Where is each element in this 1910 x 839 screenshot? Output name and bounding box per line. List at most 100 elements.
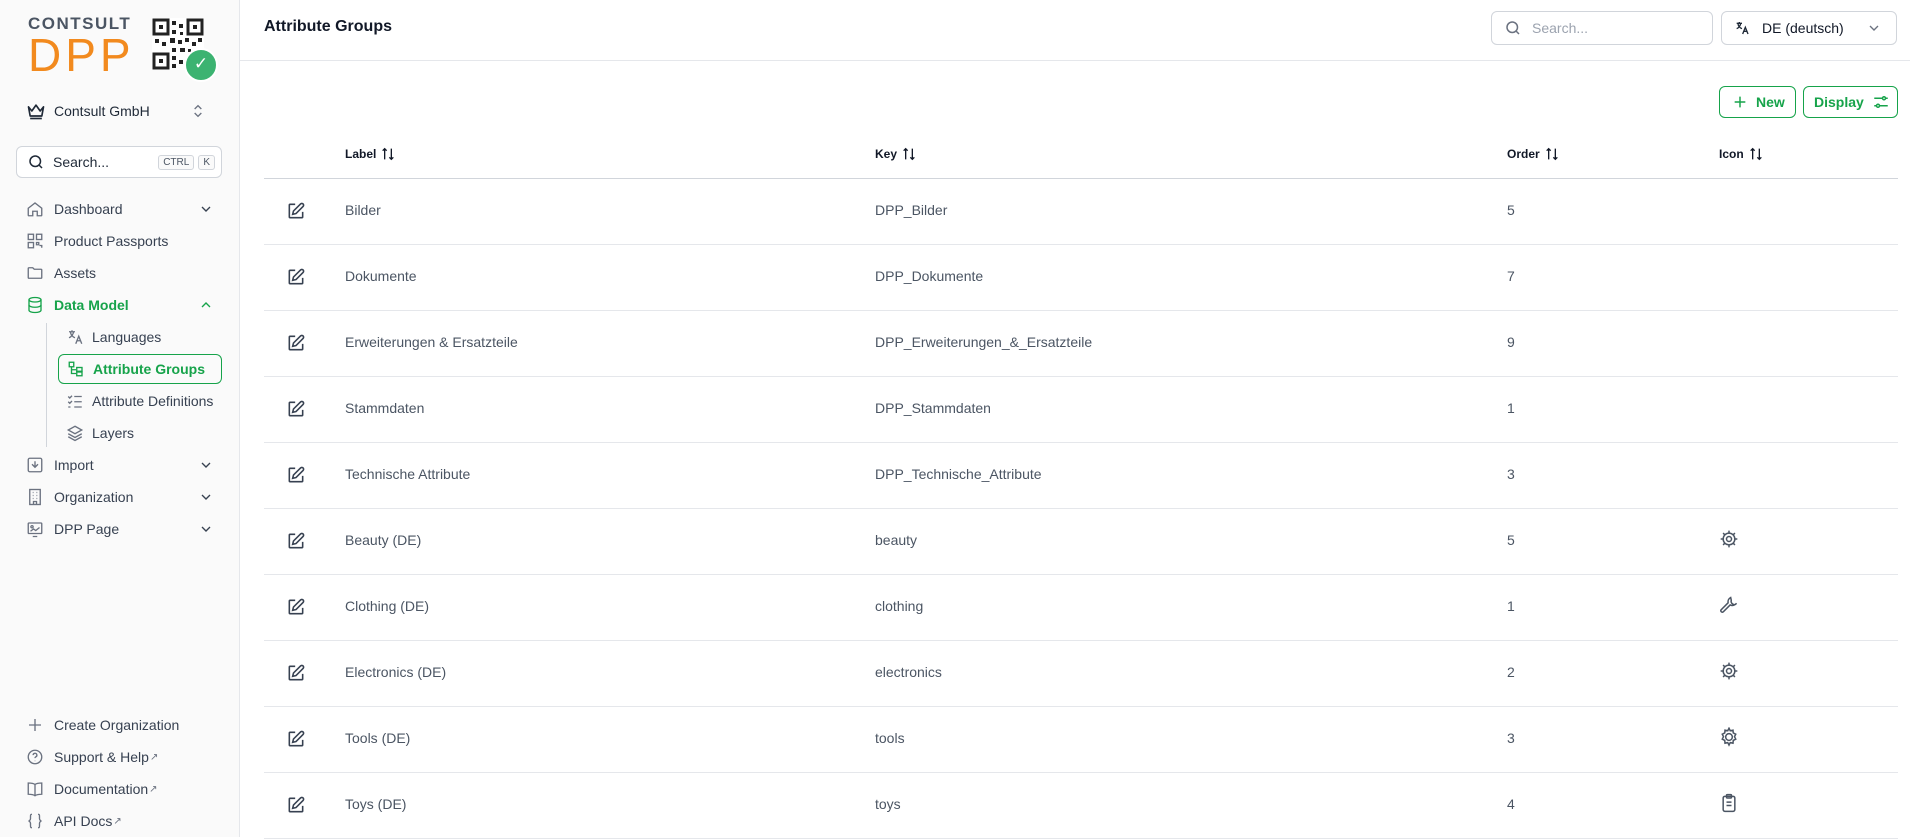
edit-icon[interactable] (286, 795, 306, 815)
table-row: Bilder DPP_Bilder 5 (264, 179, 1898, 245)
cell-key: tools (875, 730, 905, 746)
external-link-icon: ↗ (149, 751, 159, 763)
sidebar-bottom-nav: Create Organization Support & Help ↗ Docu… (16, 709, 222, 837)
cell-key: DPP_Technische_Attribute (875, 466, 1042, 482)
sidebar-item-label: Product Passports (54, 233, 169, 249)
create-organization-link[interactable]: Create Organization (16, 709, 222, 741)
edit-icon[interactable] (286, 597, 306, 617)
cell-key: beauty (875, 532, 918, 548)
cell-label: Bilder (345, 202, 381, 218)
support-help-link[interactable]: Support & Help ↗ (16, 741, 222, 773)
sidebar-item-import[interactable]: Import (16, 449, 222, 481)
sidebar-item-product-passports[interactable]: Product Passports (16, 225, 222, 257)
global-search[interactable] (1491, 11, 1713, 45)
table-row: Clothing (DE) clothing 1 (264, 575, 1898, 641)
table-row: Electronics (DE) electronics 2 (264, 641, 1898, 707)
edit-icon[interactable] (286, 663, 306, 683)
sidebar-item-languages[interactable]: Languages (58, 321, 222, 353)
column-header-text: Label (345, 147, 377, 161)
cell-order: 9 (1507, 334, 1515, 350)
edit-icon[interactable] (286, 531, 306, 551)
new-button[interactable]: New (1719, 86, 1796, 118)
cell-order: 1 (1507, 400, 1515, 416)
groups-icon (68, 361, 83, 377)
chevron-down-icon (201, 206, 211, 212)
sidebar-item-label: Assets (54, 265, 97, 281)
chevron-down-icon (201, 462, 211, 468)
bottom-item-label: API Docs (54, 813, 113, 829)
organization-name: Contsult GmbH (54, 103, 150, 119)
new-button-label: New (1756, 94, 1785, 110)
contsult-dpp-logo[interactable]: CONTSULT DPP ✓ (28, 14, 218, 82)
gear-icon (1719, 661, 1739, 681)
table-body: Bilder DPP_Bilder 5 Dokumente DPP_Dokumente 7… (264, 179, 1898, 839)
language-select[interactable]: DE (deutsch) (1721, 11, 1897, 45)
documentation-link[interactable]: Documentation ↗ (16, 773, 222, 805)
list-check-icon (67, 395, 82, 408)
building-icon (29, 488, 41, 506)
plus-icon (1734, 96, 1746, 108)
chevron-down-icon (201, 526, 211, 532)
global-search-input[interactable] (1530, 19, 1704, 37)
sidebar-item-dpp-page[interactable]: DPP Page (16, 513, 222, 545)
external-link-icon: ↗ (149, 783, 158, 795)
table-row: Dokumente DPP_Dokumente 7 (264, 245, 1898, 311)
cog-icon (1719, 726, 1739, 747)
translate-icon (1736, 22, 1749, 35)
cell-label: Electronics (DE) (345, 664, 447, 680)
sidebar-item-dashboard[interactable]: Dashboard (16, 193, 222, 225)
table-row: Toys (DE) toys 4 (264, 773, 1898, 839)
cell-key: toys (875, 796, 901, 812)
sidebar-item-assets[interactable]: Assets (16, 257, 222, 289)
column-header-text: Key (875, 147, 898, 161)
import-icon (27, 457, 43, 473)
column-header-order[interactable]: Order (1507, 146, 1560, 162)
external-link-icon: ↗ (113, 815, 122, 827)
wrench-icon (1719, 595, 1739, 615)
column-header-label[interactable]: Label (345, 146, 396, 162)
search-icon (29, 155, 43, 169)
sidebar-item-organization[interactable]: Organization (16, 481, 222, 513)
edit-icon[interactable] (286, 399, 306, 419)
cell-label: Technische Attribute (345, 466, 471, 482)
edit-icon[interactable] (286, 267, 306, 287)
sidebar-search-label: Search... (53, 154, 110, 170)
edit-icon[interactable] (286, 201, 306, 221)
cell-order: 3 (1507, 466, 1515, 482)
table-row: Tools (DE) tools 3 (264, 707, 1898, 773)
api-docs-link[interactable]: API Docs ↗ (16, 805, 222, 837)
verified-check-icon: ✓ (184, 48, 218, 82)
sidebar-item-label: Languages (92, 329, 162, 345)
logo-text-bottom: DPP (28, 29, 135, 81)
display-button[interactable]: Display (1803, 86, 1898, 118)
organization-switcher[interactable]: Contsult GmbH (16, 96, 212, 126)
braces-icon (28, 813, 42, 829)
sidebar-search-button[interactable]: Search... CTRL K (16, 146, 222, 178)
cell-key: DPP_Erweiterungen_&_Ersatzteile (875, 334, 1093, 350)
column-header-text: Order (1507, 147, 1540, 161)
data-model-submenu: Languages Attribute Groups Attribute Def… (42, 321, 222, 449)
sort-icon (1749, 147, 1762, 161)
bottom-item-label: Create Organization (54, 717, 180, 733)
home-icon (27, 202, 43, 217)
cell-key: clothing (875, 598, 924, 614)
edit-icon[interactable] (286, 465, 306, 485)
sidebar-item-layers[interactable]: Layers (58, 417, 222, 449)
attribute-groups-table: Label Key Order Icon Bilder DPP_Bilder 5 Do… (264, 130, 1898, 839)
edit-icon[interactable] (286, 729, 306, 749)
column-header-key[interactable]: Key (875, 146, 917, 162)
cell-label: Dokumente (345, 268, 417, 284)
sidebar-item-attribute-groups[interactable]: Attribute Groups (58, 354, 222, 384)
page-title: Attribute Groups (264, 18, 392, 35)
sidebar-item-label: Organization (54, 489, 134, 505)
column-header-icon[interactable]: Icon (1719, 146, 1764, 162)
cell-label: Toys (DE) (345, 796, 407, 812)
sidebar-item-attribute-definitions[interactable]: Attribute Definitions (58, 385, 222, 417)
sidebar-item-data-model[interactable]: Data Model (16, 289, 222, 321)
display-button-label: Display (1814, 94, 1864, 110)
cell-label: Clothing (DE) (345, 598, 430, 614)
sidebar-item-label: Attribute Groups (93, 361, 205, 377)
sidebar-item-label: Import (54, 457, 94, 473)
cell-order: 5 (1507, 202, 1515, 218)
edit-icon[interactable] (286, 333, 306, 353)
